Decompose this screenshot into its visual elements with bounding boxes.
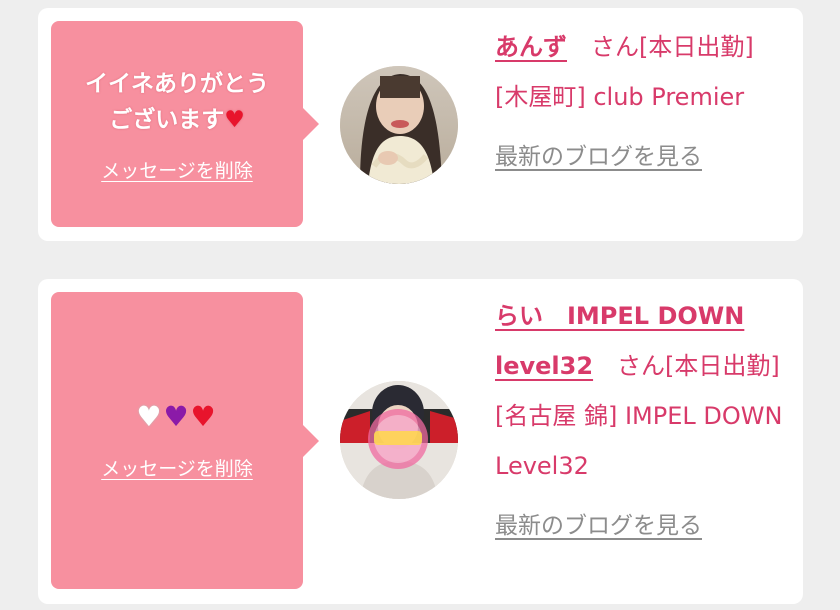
- message-bubble: イイネありがとう ございます♥ メッセージを削除: [51, 21, 319, 227]
- woman-portrait-avatar-icon[interactable]: [340, 381, 458, 499]
- message-text: イイネありがとう ございます♥: [75, 66, 279, 138]
- woman-portrait-avatar-icon[interactable]: [340, 66, 458, 184]
- avatar-image: [340, 66, 458, 184]
- profile-name-link[interactable]: あんず: [495, 33, 567, 61]
- message-card: ♥♥♥ メッセージを削除 らい IMPEL DOWN level32 さん[本日…: [38, 279, 803, 604]
- red-heart-icon: ♥: [224, 106, 245, 133]
- profile-location: [木屋町] club Premier: [495, 83, 745, 111]
- purple-heart-icon: ♥: [163, 400, 191, 433]
- message-line-2: ございます: [109, 106, 225, 133]
- delete-message-link[interactable]: メッセージを削除: [101, 454, 253, 481]
- heart-emoji-row: ♥♥♥: [136, 400, 217, 434]
- message-list: イイネありがとう ございます♥ メッセージを削除 あんず さん[本日出勤] [木…: [0, 0, 840, 610]
- profile-status: さん[本日出勤]: [593, 352, 780, 380]
- latest-blog-link[interactable]: 最新のブログを見る: [495, 132, 702, 182]
- red-heart-icon: ♥: [190, 400, 218, 433]
- profile-info: あんず さん[本日出勤] [木屋町] club Premier 最新のブログを見…: [495, 22, 785, 182]
- delete-message-link[interactable]: メッセージを削除: [101, 156, 253, 183]
- message-line-1: イイネありがとう: [85, 70, 269, 97]
- white-heart-icon: ♥: [136, 400, 164, 433]
- message-card: イイネありがとう ございます♥ メッセージを削除 あんず さん[本日出勤] [木…: [38, 8, 803, 241]
- profile-info: らい IMPEL DOWN level32 さん[本日出勤] [名古屋 錦] I…: [495, 291, 785, 551]
- message-bubble: ♥♥♥ メッセージを削除: [51, 292, 319, 589]
- latest-blog-link[interactable]: 最新のブログを見る: [495, 501, 702, 551]
- avatar-image: [340, 381, 458, 499]
- profile-location: [名古屋 錦] IMPEL DOWN Level32: [495, 402, 783, 480]
- profile-status: さん[本日出勤]: [567, 33, 754, 61]
